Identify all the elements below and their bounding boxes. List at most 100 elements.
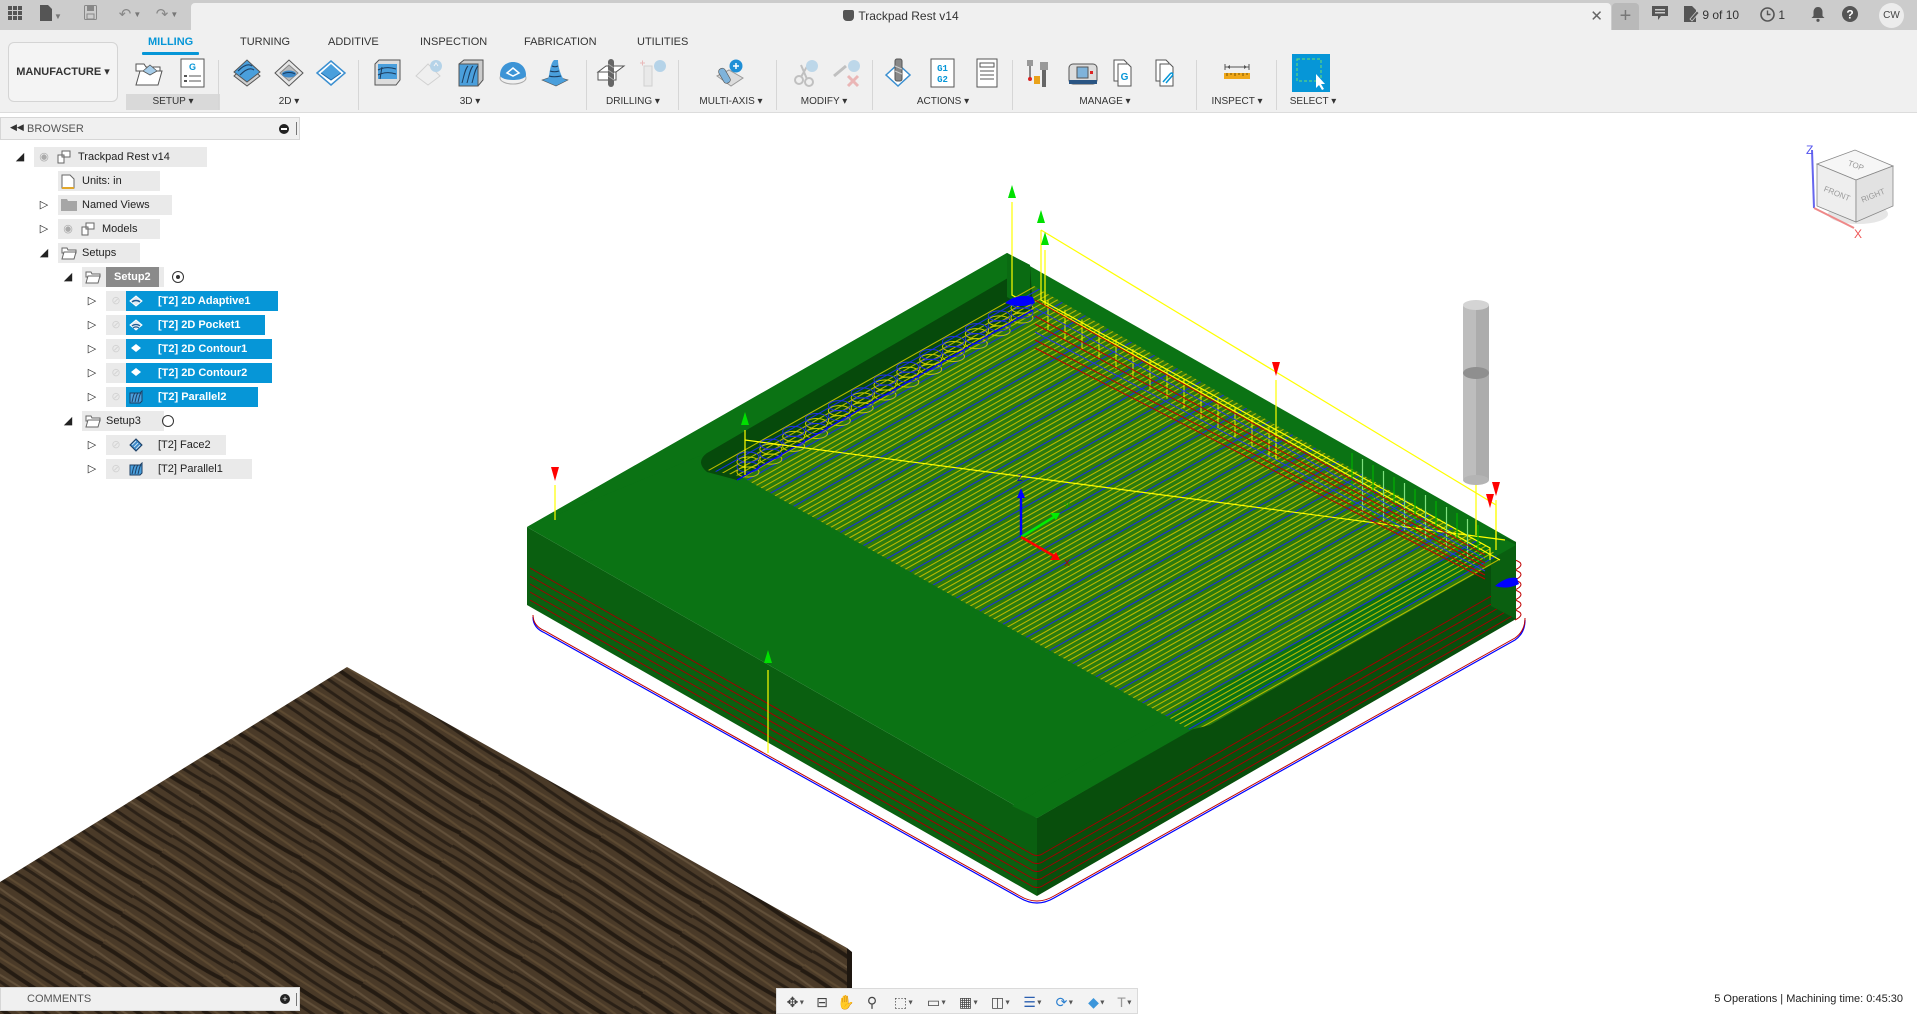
2d-contour-button[interactable] xyxy=(315,58,347,88)
eye-hidden-icon[interactable]: ⊘ xyxy=(108,459,124,479)
modify-group-menu[interactable]: MODIFY ▾ xyxy=(788,94,860,110)
operation-label[interactable]: [T2] 2D Adaptive1 xyxy=(126,291,279,311)
collapse-browser-icon[interactable]: ◀◀ xyxy=(10,122,24,133)
actions-group-menu[interactable]: ACTIONS ▾ xyxy=(884,94,1002,110)
2d-group-menu[interactable]: 2D ▾ xyxy=(230,94,348,110)
browser-tree-row[interactable]: ▷ Named Views xyxy=(0,195,300,215)
node-label[interactable]: Trackpad Rest v14 xyxy=(78,147,170,167)
3d-parallel-button[interactable] xyxy=(456,58,486,88)
expand-triangle-icon[interactable]: ▷ xyxy=(38,219,50,239)
collapse-triangle-icon[interactable]: ◢ xyxy=(14,147,26,167)
select-window-button[interactable] xyxy=(1292,54,1330,92)
new-tab-button[interactable]: + xyxy=(1612,3,1639,30)
expand-triangle-icon[interactable]: ▷ xyxy=(86,291,98,311)
3d-pocket-button-disabled[interactable] xyxy=(414,58,444,88)
undo-button[interactable]: ↶ ▼ xyxy=(116,5,144,25)
select-group-menu[interactable]: SELECT ▾ xyxy=(1282,94,1344,110)
collapse-triangle-icon[interactable]: ◢ xyxy=(38,243,50,263)
browser-tree-row[interactable]: ◢ Setup2 xyxy=(0,267,300,287)
eye-hidden-icon[interactable]: ⊘ xyxy=(108,387,124,407)
operation-name[interactable]: [T2] Face2 xyxy=(158,435,211,455)
browser-tree-row[interactable]: ▷ ⊘ [T2] 2D Contour2 xyxy=(0,363,300,383)
add-comment-icon[interactable]: + xyxy=(280,994,290,1004)
expand-triangle-icon[interactable]: ▷ xyxy=(86,459,98,479)
expand-triangle-icon[interactable]: ▷ xyxy=(86,339,98,359)
effects-button[interactable]: ◆▼ xyxy=(1083,992,1111,1012)
tool-display-button[interactable]: T▼ xyxy=(1113,992,1137,1012)
browser-tree-row[interactable]: Units: in xyxy=(0,171,300,191)
browser-tree-row[interactable]: ▷ ◉ Models xyxy=(0,219,300,239)
tab-fabrication[interactable]: FABRICATION xyxy=(524,36,597,48)
3d-group-menu[interactable]: 3D ▾ xyxy=(370,94,570,110)
visual-style-button[interactable]: ◫▼ xyxy=(987,992,1015,1012)
node-label[interactable]: Setup2 xyxy=(106,267,159,287)
node-label[interactable]: Setups xyxy=(82,243,116,263)
zoom-button[interactable]: ⚲ xyxy=(861,992,883,1012)
workspace-switcher[interactable]: MANUFACTURE ▾ xyxy=(8,42,118,102)
collapse-triangle-icon[interactable]: ◢ xyxy=(62,267,74,287)
cut-button-disabled[interactable] xyxy=(790,58,820,88)
fit-button[interactable]: ⬚▼ xyxy=(889,992,919,1012)
grid-button[interactable]: ▦▼ xyxy=(955,992,983,1012)
browser-resize-handle[interactable] xyxy=(296,122,297,135)
comments-panel-button[interactable] xyxy=(1652,6,1668,26)
help-button[interactable]: ? xyxy=(1842,6,1858,27)
user-avatar[interactable]: CW xyxy=(1879,3,1904,28)
node-label[interactable]: Named Views xyxy=(82,195,150,215)
look-at-button[interactable]: ⊟ xyxy=(813,992,831,1012)
environment-button[interactable]: ☰▼ xyxy=(1019,992,1047,1012)
browser-tree-row[interactable]: ▷ ⊘ [T2] Parallel1 xyxy=(0,459,300,479)
eye-hidden-icon[interactable]: ⊘ xyxy=(108,315,124,335)
drill-button[interactable] xyxy=(596,58,626,88)
notifications-button[interactable] xyxy=(1811,6,1825,27)
pan-button[interactable]: ✋ xyxy=(837,992,855,1012)
tab-utilities[interactable]: UTILITIES xyxy=(637,36,688,48)
node-label[interactable]: Units: in xyxy=(82,171,122,191)
operation-label[interactable]: [T2] Parallel2 xyxy=(126,387,259,407)
orbit-button[interactable]: ✥▼ xyxy=(783,992,809,1012)
close-tab-icon[interactable]: ✕ xyxy=(1590,7,1603,25)
browser-tree-row[interactable]: ▷ ⊘ [T2] 2D Pocket1 xyxy=(0,315,300,335)
version-button[interactable]: 9 of 10 xyxy=(1684,6,1739,24)
expand-triangle-icon[interactable]: ▷ xyxy=(86,363,98,383)
machine-library-button[interactable] xyxy=(1068,58,1098,88)
browser-tree-row[interactable]: ◢ ◉ Trackpad Rest v14 xyxy=(0,147,300,167)
node-label[interactable]: Models xyxy=(102,219,137,239)
tab-turning[interactable]: TURNING xyxy=(240,36,290,48)
template-library-button[interactable] xyxy=(1152,58,1182,88)
refresh-button[interactable]: ⟳▼ xyxy=(1051,992,1079,1012)
expand-triangle-icon[interactable]: ▷ xyxy=(86,435,98,455)
browser-tree-row[interactable]: ▷ ⊘ [T2] Face2 xyxy=(0,435,300,455)
jobs-button[interactable]: 1 xyxy=(1760,6,1785,24)
browser-tree-row[interactable]: ▷ ⊘ [T2] 2D Contour1 xyxy=(0,339,300,359)
display-settings-button[interactable]: ▭▼ xyxy=(923,992,951,1012)
browser-minimize-icon[interactable] xyxy=(279,124,289,134)
active-setup-radio[interactable] xyxy=(172,271,184,283)
multi-axis-button[interactable] xyxy=(715,58,745,88)
eye-hidden-icon[interactable]: ⊘ xyxy=(108,291,124,311)
redo-button[interactable]: ↷ ▼ xyxy=(153,5,181,25)
tab-milling[interactable]: MILLING xyxy=(141,36,200,55)
app-grid-icon[interactable] xyxy=(6,5,24,25)
3d-adaptive-button[interactable] xyxy=(372,58,402,88)
setup-sheet-button[interactable] xyxy=(972,58,1002,88)
operation-name[interactable]: [T2] Parallel1 xyxy=(158,459,223,479)
save-button[interactable] xyxy=(82,5,98,25)
tool-library-button[interactable] xyxy=(1026,58,1056,88)
inspect-group-menu[interactable]: INSPECT ▾ xyxy=(1204,94,1270,110)
file-menu-button[interactable]: ▼ xyxy=(38,5,64,25)
2d-adaptive-button[interactable] xyxy=(232,58,262,88)
browser-tree-row[interactable]: ▷ ⊘ [T2] Parallel2 xyxy=(0,387,300,407)
node-label[interactable]: Setup3 xyxy=(106,411,141,431)
post-process-button[interactable]: G1 G2 xyxy=(928,58,958,88)
activate-setup-radio[interactable] xyxy=(162,415,174,427)
eye-icon[interactable]: ◉ xyxy=(36,147,52,167)
drilling-group-menu[interactable]: DRILLING ▾ xyxy=(596,94,670,110)
eye-hidden-icon[interactable]: ⊘ xyxy=(108,435,124,455)
post-library-button[interactable]: G xyxy=(1110,58,1140,88)
measure-button[interactable] xyxy=(1222,58,1252,88)
simulate-button[interactable] xyxy=(884,58,914,88)
hole-recognition-button-disabled[interactable] xyxy=(638,58,668,88)
operation-label[interactable]: [T2] 2D Contour1 xyxy=(126,339,272,359)
setup-group-menu[interactable]: SETUP ▾ xyxy=(126,94,220,110)
